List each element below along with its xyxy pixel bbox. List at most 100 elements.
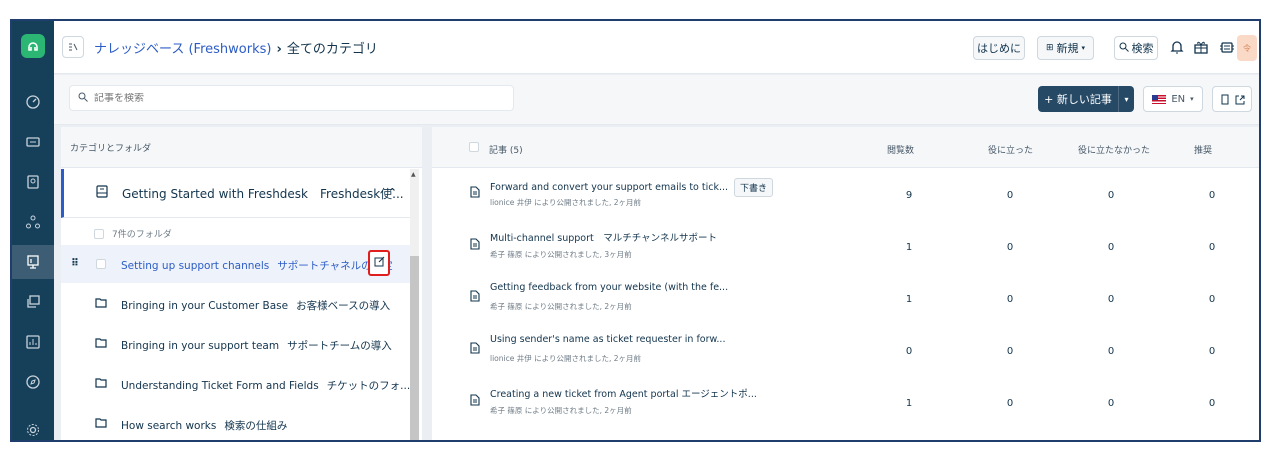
select-all-folders-checkbox[interactable]	[94, 228, 104, 239]
not-helpful-count: 0	[1107, 398, 1115, 409]
edit-folder-button[interactable]	[368, 250, 390, 276]
draft-badge: 下書き	[734, 178, 774, 197]
global-search-button[interactable]: 検索	[1114, 36, 1158, 60]
copy-icon[interactable]	[1220, 90, 1230, 109]
start-button[interactable]: はじめに	[973, 36, 1025, 60]
not-helpful-count: 0	[1107, 190, 1115, 201]
article-list-panel: 記事 (5) 閲覧数 役に立った 役に立たなかった 推奨 Forward and…	[432, 127, 1259, 440]
recommend-count: 0	[1208, 398, 1216, 409]
folder-name-en: Bringing in your Customer Base	[121, 300, 289, 312]
views-count: 0	[905, 346, 913, 357]
article-title[interactable]: Using sender's name as ticket requester …	[490, 334, 725, 345]
language-label: EN	[1171, 93, 1186, 105]
table-row[interactable]: Creating a new ticket from Agent portal …	[432, 377, 1259, 429]
helpful-count: 0	[1006, 294, 1014, 305]
new-article-button[interactable]: + 新しい記事 ▾	[1038, 86, 1134, 112]
top-header: ナレッジベース (Freshworks) › 全てのカテゴリ はじめに ⊞ 新規 ▾ 検…	[54, 21, 1259, 74]
scroll-up-arrow-icon[interactable]: ▲	[411, 171, 416, 178]
article-toolbar: + 新しい記事 ▾ EN ▾	[54, 75, 1259, 125]
edit-icon	[374, 256, 385, 270]
article-title-row: Forward and convert your support emails …	[490, 178, 774, 197]
chevron-up-icon[interactable]: ⌃	[388, 186, 397, 199]
views-count: 1	[905, 398, 913, 409]
chevron-down-icon: ▾	[1081, 44, 1086, 52]
bell-icon[interactable]	[1166, 36, 1188, 58]
apps-icon[interactable]	[1216, 36, 1238, 58]
language-selector[interactable]: EN ▾	[1143, 86, 1203, 112]
article-title[interactable]: Multi-channel support マルチチャンネルサポート	[490, 230, 717, 244]
folder-checkbox[interactable]	[96, 259, 106, 269]
freshdesk-logo-icon[interactable]	[21, 34, 45, 58]
folder-count-row: 7件のフォルダ	[94, 227, 172, 240]
dashboard-icon[interactable]	[12, 85, 54, 119]
app-frame: ナレッジベース (Freshworks) › 全てのカテゴリ はじめに ⊞ 新規 ▾ 検…	[10, 19, 1261, 442]
document-icon	[470, 339, 480, 358]
article-title[interactable]: Forward and convert your support emails …	[490, 182, 728, 193]
folder-icon	[95, 298, 107, 311]
helpful-count: 0	[1006, 190, 1014, 201]
document-icon	[470, 183, 480, 202]
toggle-sidebar-icon[interactable]	[62, 36, 84, 58]
recommend-count: 0	[1208, 294, 1216, 305]
article-title[interactable]: Creating a new ticket from Agent portal …	[490, 386, 757, 400]
folder-label: Understanding Ticket Form and Fields チケット…	[121, 378, 410, 393]
folder-row[interactable]: Bringing in your Customer Base お客様ベースの導入	[61, 285, 411, 323]
reports-icon[interactable]	[12, 325, 54, 359]
folder-icon	[95, 378, 107, 391]
folder-name-ja: 検索の仕組み	[224, 420, 288, 432]
article-search-box[interactable]	[69, 85, 514, 111]
settings-icon[interactable]	[12, 413, 54, 440]
article-meta: 希子 篠原 により公開されました, 2ヶ月前	[490, 302, 632, 311]
col-recommend[interactable]: 推奨	[1194, 143, 1212, 156]
tickets-icon[interactable]	[12, 125, 54, 159]
folder-row[interactable]: Bringing in your support team サポートチームの導入	[61, 325, 411, 363]
table-row[interactable]: Getting feedback from your website (with…	[432, 273, 1259, 325]
drag-handle-icon[interactable]: ⠿	[71, 258, 79, 269]
table-row[interactable]: Using sender's name as ticket requester …	[432, 325, 1259, 377]
article-title-row: Getting feedback from your website (with…	[490, 282, 728, 293]
contacts-icon[interactable]	[12, 165, 54, 199]
article-search-input[interactable]	[94, 92, 494, 104]
recommend-count: 0	[1208, 346, 1216, 357]
category-header[interactable]: Getting Started with Freshdesk Freshdesk…	[61, 169, 411, 218]
left-nav-rail	[12, 21, 54, 440]
search-icon	[1119, 42, 1129, 55]
col-not-helpful[interactable]: 役に立たなかった	[1078, 143, 1150, 156]
new-menu-label: 新規	[1056, 42, 1079, 55]
folder-icon	[95, 338, 107, 351]
folder-row[interactable]: Understanding Ticket Form and Fields チケット…	[61, 365, 411, 403]
folder-name-ja: サポートチームの導入	[287, 340, 392, 352]
folder-row[interactable]: How search works 検索の仕組み	[61, 405, 411, 440]
chevron-down-icon[interactable]: ▾	[1118, 86, 1134, 112]
forums-icon[interactable]	[12, 285, 54, 319]
table-row[interactable]: Forward and convert your support emails …	[432, 169, 1259, 221]
gift-icon[interactable]	[1190, 36, 1212, 58]
category-panel-header: カテゴリとフォルダ	[61, 127, 422, 168]
views-count: 1	[905, 294, 913, 305]
col-helpful[interactable]: 役に立った	[988, 143, 1033, 156]
folder-name-en: How search works	[121, 420, 217, 432]
user-avatar[interactable]: 令	[1237, 35, 1257, 61]
folder-name-en: Setting up support channels	[121, 260, 270, 272]
groups-icon[interactable]	[12, 205, 54, 239]
select-all-articles-checkbox[interactable]	[469, 142, 479, 152]
folder-row[interactable]: ⠿ Setting up support channels サポートチャネルの設定	[61, 245, 411, 283]
helpful-count: 0	[1006, 398, 1014, 409]
us-flag-icon	[1152, 94, 1167, 104]
article-title-row: Using sender's name as ticket requester …	[490, 334, 725, 345]
article-title[interactable]: Getting feedback from your website (with…	[490, 282, 728, 293]
external-link-icon[interactable]	[1235, 90, 1245, 109]
discover-icon[interactable]	[12, 365, 54, 399]
category-folder-panel: カテゴリとフォルダ Getting Started with Freshdesk…	[61, 127, 422, 440]
not-helpful-count: 0	[1107, 346, 1115, 357]
document-icon	[470, 235, 480, 254]
search-icon	[78, 92, 88, 105]
solutions-icon[interactable]	[12, 245, 54, 279]
breadcrumb-link[interactable]: ナレッジベース (Freshworks)	[94, 42, 271, 57]
table-row[interactable]: Multi-channel support マルチチャンネルサポート 希子 篠原…	[432, 221, 1259, 273]
folder-scrollbar-thumb[interactable]	[410, 256, 419, 440]
col-views[interactable]: 閲覧数	[887, 143, 914, 156]
helpful-count: 0	[1006, 346, 1014, 357]
not-helpful-count: 0	[1107, 294, 1115, 305]
new-menu-button[interactable]: ⊞ 新規 ▾	[1037, 36, 1094, 60]
